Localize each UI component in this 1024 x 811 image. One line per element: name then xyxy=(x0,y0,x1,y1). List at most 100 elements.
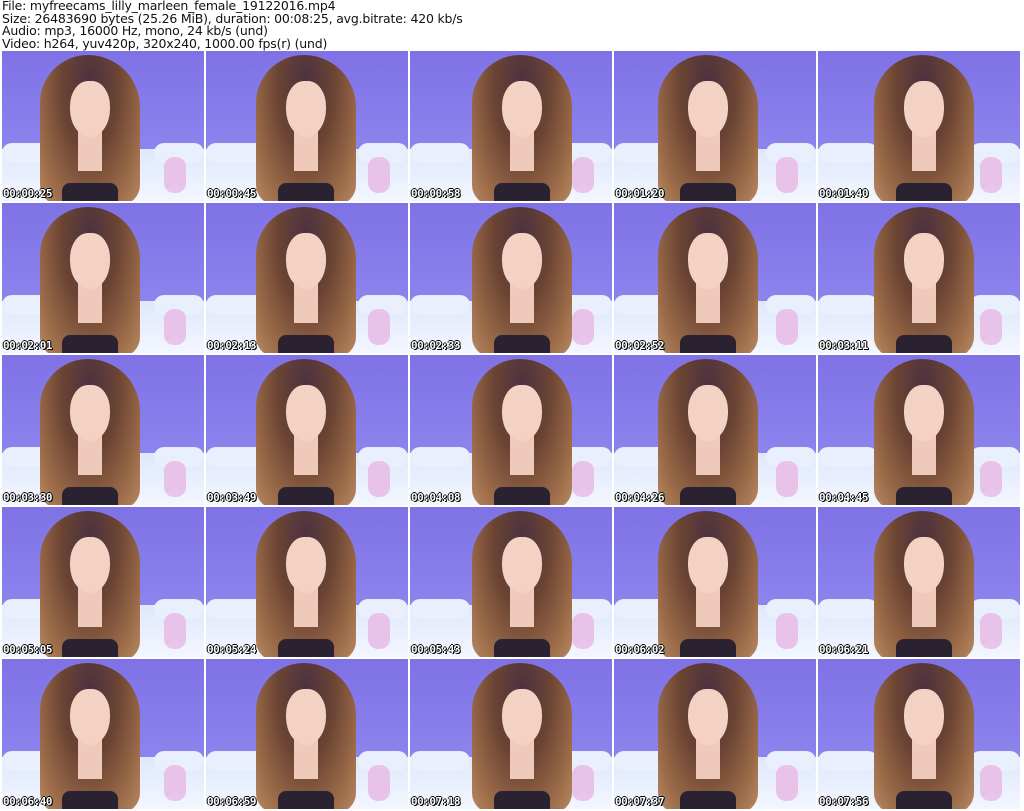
neck xyxy=(696,283,720,323)
thumbnail-timestamp: 00:00:58 xyxy=(411,187,460,200)
video-thumbnail: 00:02:33 xyxy=(410,203,612,353)
pillow xyxy=(164,309,186,345)
video-thumbnail: 00:00:25 xyxy=(2,51,204,201)
clothing xyxy=(680,335,736,353)
video-thumbnail: 00:03:49 xyxy=(206,355,408,505)
face xyxy=(502,689,542,745)
neck xyxy=(78,739,102,779)
clothing xyxy=(680,183,736,201)
thumbnail-timestamp: 00:06:02 xyxy=(615,643,664,656)
pillow xyxy=(572,157,594,193)
pillow xyxy=(572,461,594,497)
pillow xyxy=(368,309,390,345)
neck xyxy=(912,283,936,323)
neck xyxy=(294,739,318,779)
clothing xyxy=(896,791,952,809)
neck xyxy=(912,435,936,475)
thumbnail-timestamp: 00:02:33 xyxy=(411,339,460,352)
thumbnail-timestamp: 00:07:18 xyxy=(411,795,460,808)
video-thumbnail: 00:03:30 xyxy=(2,355,204,505)
clothing xyxy=(494,335,550,353)
video-thumbnail: 00:06:59 xyxy=(206,659,408,809)
thumbnail-timestamp: 00:02:52 xyxy=(615,339,664,352)
neck xyxy=(510,435,534,475)
pillow xyxy=(776,157,798,193)
video-thumbnail: 00:02:01 xyxy=(2,203,204,353)
thumbnail-timestamp: 00:01:20 xyxy=(615,187,664,200)
video-thumbnail: 00:00:45 xyxy=(206,51,408,201)
video-thumbnail: 00:00:58 xyxy=(410,51,612,201)
face xyxy=(70,537,110,593)
face xyxy=(688,385,728,441)
clothing xyxy=(494,183,550,201)
video-thumbnail: 00:01:40 xyxy=(818,51,1020,201)
neck xyxy=(78,131,102,171)
thumbnail-timestamp: 00:05:24 xyxy=(207,643,256,656)
file-info-header: File: myfreecams_lilly_marleen_female_19… xyxy=(2,0,463,50)
clothing xyxy=(494,639,550,657)
video-thumbnail: 00:07:56 xyxy=(818,659,1020,809)
neck xyxy=(294,435,318,475)
video-thumbnail: 00:05:24 xyxy=(206,507,408,657)
face xyxy=(904,81,944,137)
neck xyxy=(696,131,720,171)
clothing xyxy=(896,183,952,201)
face xyxy=(286,81,326,137)
face xyxy=(688,537,728,593)
neck xyxy=(912,587,936,627)
video-thumbnail: 00:01:20 xyxy=(614,51,816,201)
face xyxy=(688,689,728,745)
clothing xyxy=(680,791,736,809)
neck xyxy=(510,739,534,779)
video-thumbnail: 00:05:05 xyxy=(2,507,204,657)
clothing xyxy=(278,791,334,809)
face xyxy=(688,81,728,137)
pillow xyxy=(164,461,186,497)
clothing xyxy=(494,487,550,505)
clothing xyxy=(278,639,334,657)
clothing xyxy=(62,335,118,353)
neck xyxy=(78,283,102,323)
pillow xyxy=(368,765,390,801)
neck xyxy=(696,739,720,779)
thumbnail-timestamp: 00:02:01 xyxy=(3,339,52,352)
face xyxy=(70,385,110,441)
face xyxy=(904,385,944,441)
pillow xyxy=(572,309,594,345)
video-thumbnail: 00:02:52 xyxy=(614,203,816,353)
video-thumbnail: 00:02:13 xyxy=(206,203,408,353)
video-thumbnail: 00:06:21 xyxy=(818,507,1020,657)
pillow xyxy=(980,765,1002,801)
neck xyxy=(294,587,318,627)
face xyxy=(904,233,944,289)
pillow xyxy=(776,613,798,649)
thumbnail-timestamp: 00:07:37 xyxy=(615,795,664,808)
face xyxy=(502,385,542,441)
face xyxy=(286,233,326,289)
face xyxy=(502,81,542,137)
thumbnail-timestamp: 00:03:30 xyxy=(3,491,52,504)
video-thumbnail: 00:06:40 xyxy=(2,659,204,809)
neck xyxy=(912,131,936,171)
clothing xyxy=(62,183,118,201)
thumbnail-timestamp: 00:01:40 xyxy=(819,187,868,200)
video-thumbnail: 00:04:45 xyxy=(818,355,1020,505)
thumbnail-timestamp: 00:00:25 xyxy=(3,187,52,200)
pillow xyxy=(776,765,798,801)
pillow xyxy=(572,613,594,649)
pillow xyxy=(368,157,390,193)
video-thumbnail: 00:04:08 xyxy=(410,355,612,505)
clothing xyxy=(896,335,952,353)
pillow xyxy=(368,461,390,497)
thumbnail-timestamp: 00:03:49 xyxy=(207,491,256,504)
thumbnail-timestamp: 00:06:59 xyxy=(207,795,256,808)
face xyxy=(70,81,110,137)
pillow xyxy=(776,309,798,345)
neck xyxy=(78,587,102,627)
video-thumbnail: 00:07:18 xyxy=(410,659,612,809)
thumbnail-timestamp: 00:02:13 xyxy=(207,339,256,352)
clothing xyxy=(680,487,736,505)
clothing xyxy=(278,183,334,201)
pillow xyxy=(980,461,1002,497)
face xyxy=(502,537,542,593)
